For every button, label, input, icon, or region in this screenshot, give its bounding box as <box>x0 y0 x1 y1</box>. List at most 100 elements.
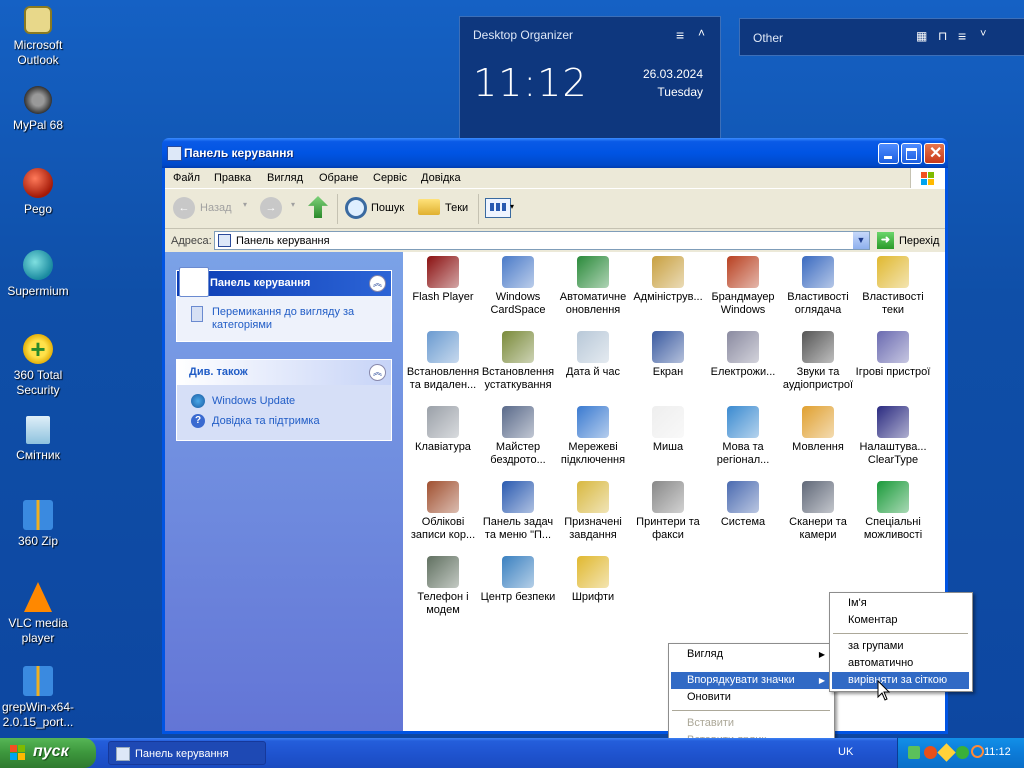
control-panel-item[interactable]: Електрожи... <box>705 331 781 379</box>
collapse-chevron-icon[interactable]: ︽ <box>369 364 386 381</box>
address-field[interactable]: Панель керування ▼ <box>214 231 870 250</box>
chevron-down-icon[interactable]: ˅ <box>980 28 986 40</box>
submenu-item-auto-arrange[interactable]: автоматично <box>832 655 969 672</box>
control-panel-item[interactable]: Мережеві підключення <box>555 406 631 467</box>
back-button-label[interactable]: Назад <box>200 202 232 214</box>
desktop-icon-mypal[interactable]: MyPal 68 <box>0 86 76 133</box>
menu-icon[interactable]: ≡ <box>958 28 966 44</box>
tray-search-icon[interactable] <box>971 745 984 758</box>
control-panel-item[interactable]: Звуки та аудіопристрої <box>780 331 856 392</box>
go-arrow-icon[interactable]: ➜ <box>877 232 894 249</box>
control-panel-item[interactable]: Центр безпеки <box>480 556 556 604</box>
desktop-icon-360-security[interactable]: + 360 Total Security <box>0 334 76 398</box>
control-panel-item[interactable]: Автоматичне оновлення <box>555 256 631 317</box>
switch-view-link[interactable]: Перемикання до вигляду за категоріями <box>212 306 382 332</box>
desktop-icon-pego[interactable]: Pego <box>0 168 76 217</box>
control-panel-item[interactable]: Сканери та камери <box>780 481 856 542</box>
submenu-item-name[interactable]: Ім'я <box>832 595 969 612</box>
control-panel-item-icon <box>877 481 909 513</box>
address-dropdown-icon[interactable]: ▼ <box>853 232 869 249</box>
control-panel-item[interactable]: Дата й час <box>555 331 631 379</box>
control-panel-item[interactable]: Телефон і модем <box>405 556 481 617</box>
other-widget: Other ▦ ⊓ ≡ ˅ <box>739 18 1024 56</box>
submenu-item-by-groups[interactable]: за групами <box>832 638 969 655</box>
menu-icon[interactable]: ≡ <box>676 27 684 43</box>
control-panel-item-icon <box>502 556 534 588</box>
menu-item-view[interactable]: Вигляд ▶ <box>671 646 831 663</box>
control-panel-item[interactable]: Миша <box>630 406 706 454</box>
control-panel-item[interactable]: Брандмауер Windows <box>705 256 781 317</box>
maximize-button[interactable] <box>901 143 922 164</box>
start-button[interactable]: пуск <box>0 738 96 768</box>
chevron-up-icon[interactable]: ˄ <box>698 26 705 40</box>
control-panel-item[interactable]: Flash Player <box>405 256 481 304</box>
language-indicator[interactable]: UK <box>838 746 853 758</box>
tray-app-icon[interactable] <box>908 746 920 759</box>
control-panel-item[interactable]: Налаштува... ClearType <box>855 406 931 467</box>
control-panel-item[interactable]: Шрифти <box>555 556 631 604</box>
menu-item-refresh[interactable]: Оновити <box>671 689 831 706</box>
tray-stop-icon[interactable] <box>924 746 937 759</box>
control-panel-item[interactable]: Мовлення <box>780 406 856 454</box>
control-panel-item[interactable]: Спеціальні можливості <box>855 481 931 542</box>
control-panel-item[interactable]: Адмініструв... <box>630 256 706 304</box>
search-button-label[interactable]: Пошук <box>371 202 404 214</box>
menu-tools[interactable]: Сервіс <box>373 172 407 184</box>
control-panel-box-header[interactable]: Панель керування ︽ <box>177 267 391 297</box>
control-panel-item[interactable]: Призначені завдання <box>555 481 631 542</box>
forward-dropdown-icon[interactable]: ▾ <box>291 200 295 209</box>
desktop-icon-vlc[interactable]: VLC media player <box>0 582 76 646</box>
submenu-item-align-to-grid[interactable]: вирівняти за сіткою <box>832 672 969 689</box>
views-icon[interactable] <box>485 198 511 218</box>
back-arrow-icon[interactable]: ← <box>173 197 195 219</box>
back-dropdown-icon[interactable]: ▾ <box>243 200 247 209</box>
up-folder-icon[interactable] <box>308 196 328 218</box>
menu-edit[interactable]: Правка <box>214 172 251 184</box>
menu-favorites[interactable]: Обране <box>319 172 358 184</box>
collapse-chevron-icon[interactable]: ︽ <box>369 275 386 292</box>
folders-button-label[interactable]: Теки <box>445 202 468 214</box>
views-dropdown-icon[interactable]: ▾ <box>510 202 514 211</box>
control-panel-item[interactable]: Клавіатура <box>405 406 481 454</box>
control-panel-item-icon <box>877 331 909 363</box>
menu-item-arrange-icons[interactable]: Впорядкувати значки ▶ <box>671 672 831 689</box>
control-panel-item[interactable]: Панель задач та меню "П... <box>480 481 556 542</box>
window-titlebar[interactable]: Панель керування ✕ <box>162 138 948 168</box>
close-button[interactable]: ✕ <box>924 143 945 164</box>
control-panel-item[interactable]: Мова та регіонал... <box>705 406 781 467</box>
control-panel-item[interactable]: Властивості оглядача <box>780 256 856 317</box>
control-panel-item[interactable]: Windows CardSpace <box>480 256 556 317</box>
control-panel-item[interactable]: Ігрові пристрої <box>855 331 931 379</box>
control-panel-item[interactable]: Властивості теки <box>855 256 931 317</box>
control-panel-item[interactable]: Принтери та факси <box>630 481 706 542</box>
folders-icon[interactable] <box>418 199 440 215</box>
control-panel-item[interactable]: Встановлення та видален... <box>405 331 481 392</box>
go-button-label[interactable]: Перехід <box>899 235 939 247</box>
windows-update-link[interactable]: Windows Update <box>212 395 295 407</box>
menu-help[interactable]: Довідка <box>421 172 461 184</box>
desktop-icon-outlook[interactable]: Microsoft Outlook <box>0 6 76 68</box>
grid-icon[interactable]: ▦ <box>916 29 927 43</box>
tray-shield-icon[interactable] <box>937 743 956 762</box>
control-panel-item[interactable]: Облікові записи кор... <box>405 481 481 542</box>
control-panel-item[interactable]: Майстер бездрото... <box>480 406 556 467</box>
see-also-header[interactable]: Див. також ︽ <box>177 360 391 385</box>
taskbar-item-control-panel[interactable]: Панель керування <box>108 741 266 765</box>
desktop-icon-recycle-bin[interactable]: Смітник <box>0 416 76 463</box>
menu-file[interactable]: Файл <box>173 172 200 184</box>
tray-update-icon[interactable] <box>956 746 969 759</box>
menu-item-paste[interactable]: Вставити <box>671 715 831 732</box>
lock-icon[interactable]: ⊓ <box>938 29 947 43</box>
help-support-link[interactable]: Довідка та підтримка <box>212 415 320 427</box>
forward-arrow-icon[interactable]: → <box>260 197 282 219</box>
desktop-icon-360-zip[interactable]: 360 Zip <box>0 500 76 549</box>
control-panel-item[interactable]: Встановлення устаткування <box>480 331 556 392</box>
menu-view[interactable]: Вигляд <box>267 172 303 184</box>
search-icon[interactable] <box>345 197 367 219</box>
desktop-icon-grepwin[interactable]: grepWin-x64-2.0.15_port... <box>0 666 76 730</box>
desktop-icon-supermium[interactable]: Supermium <box>0 250 76 299</box>
control-panel-item[interactable]: Екран <box>630 331 706 379</box>
control-panel-item[interactable]: Система <box>705 481 781 529</box>
minimize-button[interactable] <box>878 143 899 164</box>
submenu-item-comment[interactable]: Коментар <box>832 612 969 629</box>
